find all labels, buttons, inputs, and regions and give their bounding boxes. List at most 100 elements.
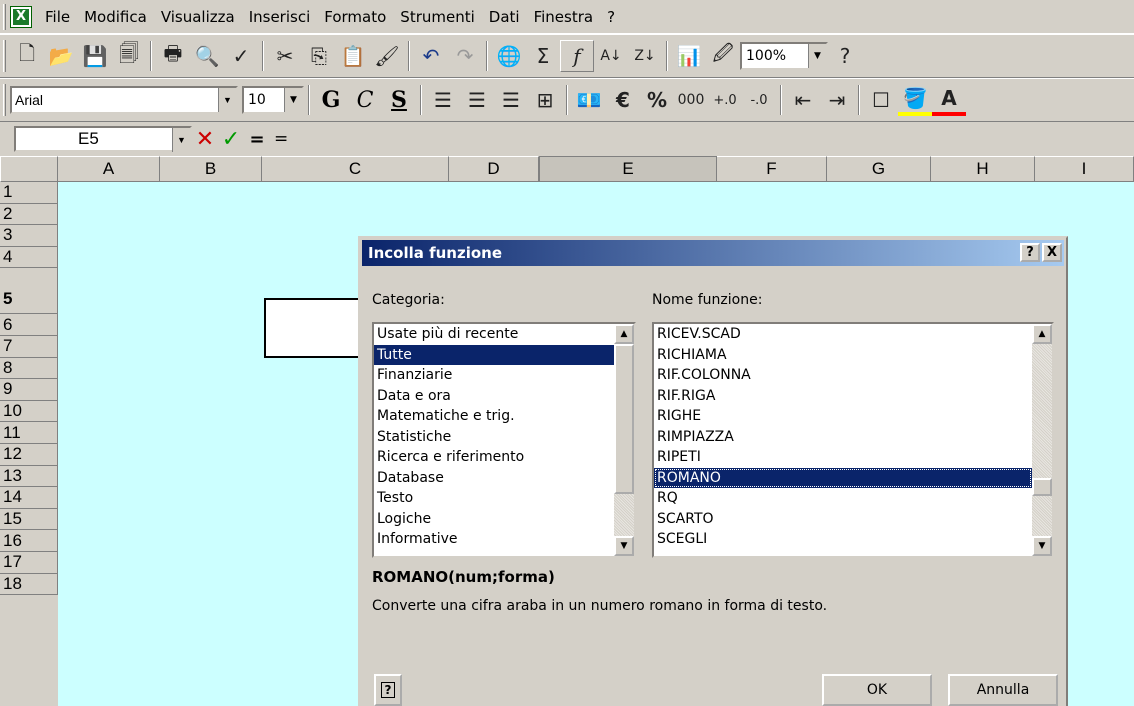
scroll-thumb[interactable]	[1032, 478, 1052, 496]
autosum-icon[interactable]: Σ	[526, 40, 560, 72]
edit-formula-icon[interactable]: =	[244, 126, 270, 152]
open-folder-icon[interactable]: 📂	[44, 40, 78, 72]
menu-finestra[interactable]: Finestra	[527, 8, 601, 26]
list-item[interactable]: SCARTO	[654, 509, 1052, 530]
column-header-g[interactable]: G	[827, 156, 931, 182]
chevron-down-icon[interactable]: ▼	[808, 44, 826, 68]
font-name-select[interactable]: Arial ▼	[10, 86, 238, 114]
increase-indent-icon[interactable]: ⇥	[820, 84, 854, 116]
align-center-icon[interactable]: ☰	[460, 84, 494, 116]
align-left-icon[interactable]: ☰	[426, 84, 460, 116]
scroll-down-icon[interactable]: ▼	[1032, 536, 1052, 556]
percent-button[interactable]: %	[640, 84, 674, 116]
menu-inserisci[interactable]: Inserisci	[242, 8, 318, 26]
scroll-up-icon[interactable]: ▲	[614, 324, 634, 344]
hyperlink-icon[interactable]: 🌐	[492, 40, 526, 72]
menu-help[interactable]: ?	[600, 8, 622, 26]
column-header-b[interactable]: B	[160, 156, 262, 182]
category-listbox[interactable]: Usate più di recente Tutte Finanziarie D…	[372, 322, 636, 558]
column-header-e[interactable]: E	[539, 156, 717, 182]
function-scrollbar[interactable]: ▲ ▼	[1032, 324, 1052, 556]
name-box[interactable]: E5 ▼	[14, 126, 192, 152]
list-item[interactable]: Data e ora	[374, 386, 634, 407]
list-item[interactable]: Testo	[374, 488, 634, 509]
scroll-thumb[interactable]	[614, 344, 634, 494]
format-painter-icon[interactable]: 🖌	[370, 40, 404, 72]
copy-icon[interactable]: ⎘	[302, 40, 336, 72]
italic-button[interactable]: C	[348, 84, 382, 116]
cancel-button[interactable]: Annulla	[948, 674, 1058, 706]
underline-button[interactable]: S	[382, 84, 416, 116]
toolbar-grip[interactable]	[3, 84, 6, 116]
decrease-indent-icon[interactable]: ⇤	[786, 84, 820, 116]
list-item[interactable]: RICHIAMA	[654, 345, 1052, 366]
list-item-selected[interactable]: ROMANO	[654, 467, 1032, 488]
row-header[interactable]: 17	[0, 551, 58, 574]
list-item[interactable]: Statistiche	[374, 427, 634, 448]
row-header[interactable]: 9	[0, 379, 58, 401]
sort-ascending-icon[interactable]: A↓	[594, 40, 628, 72]
select-all-corner[interactable]	[0, 156, 58, 182]
list-item[interactable]: RIPETI	[654, 447, 1052, 468]
thousands-button[interactable]: 000	[674, 84, 708, 116]
menu-grip[interactable]	[3, 3, 6, 30]
row-header[interactable]: 14	[0, 487, 58, 509]
column-header-i[interactable]: I	[1035, 156, 1134, 182]
borders-icon[interactable]: ☐	[864, 84, 898, 116]
function-listbox[interactable]: RICEV.SCAD RICHIAMA RIF.COLONNA RIF.RIGA…	[652, 322, 1054, 558]
column-header-a[interactable]: A	[58, 156, 160, 182]
row-header[interactable]: 3	[0, 225, 58, 247]
category-scrollbar[interactable]: ▲ ▼	[614, 324, 634, 556]
undo-icon[interactable]: ↶	[414, 40, 448, 72]
list-item[interactable]: RIF.RIGA	[654, 386, 1052, 407]
spellcheck-icon[interactable]: ✓	[224, 40, 258, 72]
chevron-down-icon[interactable]: ▼	[218, 88, 236, 112]
row-header[interactable]: 16	[0, 530, 58, 552]
decrease-decimal-icon[interactable]: -.0	[742, 84, 776, 116]
row-header[interactable]: 10	[0, 400, 58, 423]
column-header-h[interactable]: H	[931, 156, 1035, 182]
paste-function-icon[interactable]: f	[560, 40, 594, 72]
ok-button[interactable]: OK	[822, 674, 932, 706]
bold-button[interactable]: G	[314, 84, 348, 116]
merge-center-icon[interactable]: ⊞	[528, 84, 562, 116]
excel-app-icon[interactable]	[10, 5, 32, 28]
font-color-icon[interactable]: A	[932, 84, 966, 116]
list-item[interactable]: Database	[374, 468, 634, 489]
scroll-up-icon[interactable]: ▲	[1032, 324, 1052, 344]
print-icon[interactable]: 🖶	[156, 40, 190, 72]
column-header-f[interactable]: F	[717, 156, 827, 182]
font-size-select[interactable]: 10 ▼	[242, 86, 304, 114]
fill-color-icon[interactable]: 🪣	[898, 84, 932, 116]
cancel-formula-icon[interactable]: ✕	[192, 126, 218, 152]
row-header[interactable]: 1	[0, 182, 58, 204]
row-header[interactable]: 18	[0, 573, 58, 596]
list-item[interactable]: RICEV.SCAD	[654, 324, 1052, 345]
office-assistant-button[interactable]: ?	[374, 674, 402, 706]
menu-modifica[interactable]: Modifica	[77, 8, 154, 26]
column-header-d[interactable]: D	[449, 156, 539, 182]
menu-strumenti[interactable]: Strumenti	[393, 8, 481, 26]
list-item[interactable]: RQ	[654, 488, 1052, 509]
redo-icon[interactable]: ↷	[448, 40, 482, 72]
column-header-c[interactable]: C	[262, 156, 449, 182]
row-header[interactable]: 7	[0, 335, 58, 358]
help-button[interactable]: ?	[1020, 243, 1040, 262]
list-item[interactable]: Logiche	[374, 509, 634, 530]
list-item-selected[interactable]: Tutte	[374, 344, 614, 365]
menu-file[interactable]: File	[38, 8, 77, 26]
row-header[interactable]: 13	[0, 465, 58, 488]
row-header[interactable]: 15	[0, 508, 58, 531]
euro-button[interactable]: €	[606, 84, 640, 116]
drawing-icon[interactable]: 🖉	[706, 40, 740, 72]
menu-formato[interactable]: Formato	[317, 8, 393, 26]
list-item[interactable]: RIMPIAZZA	[654, 427, 1052, 448]
sort-descending-icon[interactable]: Z↓	[628, 40, 662, 72]
menu-visualizza[interactable]: Visualizza	[154, 8, 242, 26]
close-button[interactable]: X	[1042, 243, 1062, 262]
publish-icon[interactable]: 🗐	[112, 40, 146, 72]
new-document-icon[interactable]: 🗋	[10, 40, 44, 72]
row-header[interactable]: 2	[0, 203, 58, 226]
formula-input[interactable]: =	[270, 126, 1134, 152]
row-header[interactable]: 4	[0, 246, 58, 269]
